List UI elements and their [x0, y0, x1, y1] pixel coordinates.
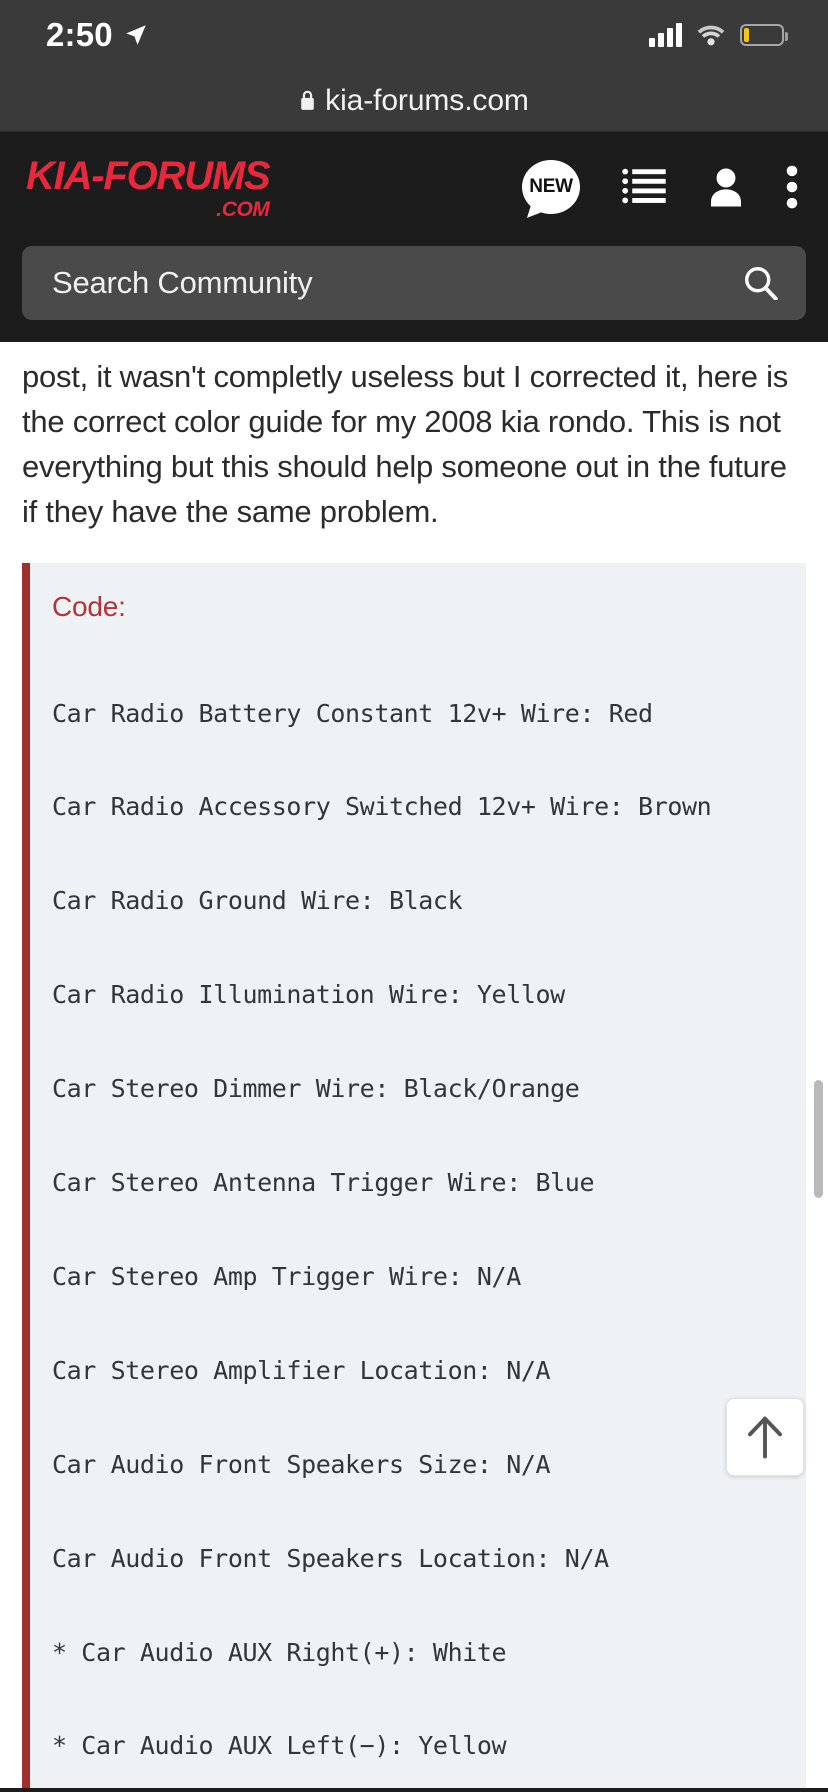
code-line: * Car Audio AUX Right(+): White — [52, 1637, 507, 1667]
search-magnifier-icon[interactable] — [744, 266, 778, 300]
code-line: Car Radio Accessory Switched 12v+ Wire: … — [52, 792, 712, 822]
new-badge-label: NEW — [529, 176, 573, 197]
status-bar-right — [649, 23, 788, 47]
code-line: Car Stereo Antenna Trigger Wire: Blue — [52, 1168, 595, 1198]
status-bar-clock: 2:50 — [46, 16, 113, 53]
code-line: Car Audio Front Speakers Location: N/A — [52, 1543, 609, 1573]
post-intro-paragraph: post, it wasn't completly useless but I … — [22, 359, 789, 529]
search-placeholder: Search Community — [52, 265, 313, 300]
code-line: Car Radio Illumination Wire: Yellow — [52, 980, 565, 1010]
code-line: Car Radio Ground Wire: Black — [52, 886, 463, 916]
code-block-lines: Car Radio Battery Constant 12v+ Wire: Re… — [52, 635, 794, 1792]
phone-screen: 2:50 kia-forums.com KIA-FORUMS .COM NEW … — [0, 0, 828, 1792]
status-bar-left: 2:50 — [46, 16, 149, 54]
url-text: kia-forums.com — [325, 83, 529, 117]
site-logo-sub: .COM — [216, 198, 270, 221]
location-arrow-icon — [126, 25, 146, 45]
code-line: Car Stereo Amp Trigger Wire: N/A — [52, 1261, 521, 1291]
person-icon[interactable] — [708, 167, 744, 207]
lock-icon — [301, 90, 314, 110]
code-block-label: Code: — [52, 591, 126, 622]
post-content: post, it wasn't completly useless but I … — [0, 342, 828, 1792]
scroll-to-top-button[interactable] — [726, 1398, 804, 1476]
battery-low-icon — [740, 24, 788, 46]
search-bar-container: Search Community — [0, 234, 828, 342]
page-scrollbar[interactable] — [814, 1080, 823, 1198]
code-line: Car Stereo Amplifier Location: N/A — [52, 1355, 551, 1385]
header-icon-group: NEW — [522, 152, 802, 214]
site-header-row: KIA-FORUMS .COM NEW — [26, 152, 802, 234]
site-header: KIA-FORUMS .COM NEW — [0, 132, 828, 234]
new-message-bubble-icon[interactable]: NEW — [522, 160, 580, 214]
list-lines-icon[interactable] — [622, 168, 666, 206]
code-line: Car Radio Battery Constant 12v+ Wire: Re… — [52, 698, 653, 728]
site-logo[interactable]: KIA-FORUMS .COM — [26, 152, 271, 221]
browser-url-bar[interactable]: kia-forums.com — [0, 70, 828, 132]
cellular-signal-icon — [649, 23, 682, 47]
code-line: * Car Audio AUX Left(−): Yellow — [52, 1731, 507, 1761]
wifi-icon — [697, 25, 725, 46]
status-bar: 2:50 — [0, 0, 828, 70]
search-input[interactable]: Search Community — [22, 246, 806, 320]
bottom-edge-bar — [0, 1788, 828, 1792]
code-line: Car Stereo Dimmer Wire: Black/Orange — [52, 1074, 580, 1104]
arrow-up-icon — [748, 1416, 782, 1459]
site-logo-main: KIA-FORUMS — [26, 154, 271, 198]
code-line: Car Audio Front Speakers Size: N/A — [52, 1449, 551, 1479]
more-vertical-dots-icon[interactable] — [786, 165, 798, 209]
code-block: Code: Car Radio Battery Constant 12v+ Wi… — [22, 563, 806, 1792]
